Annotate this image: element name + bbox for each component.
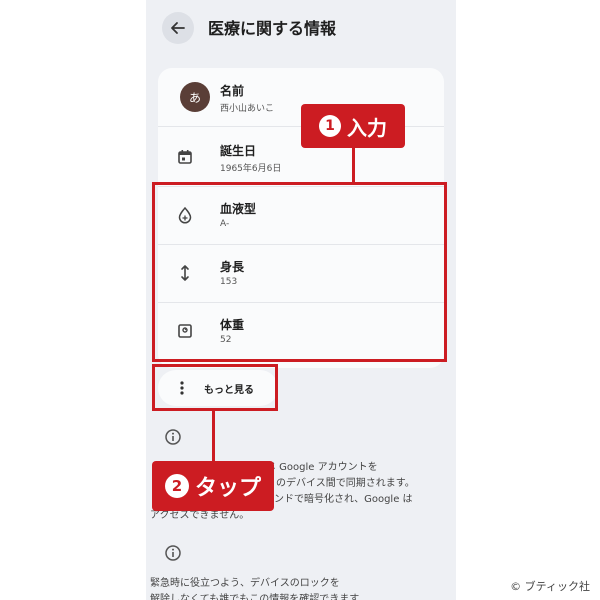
info-text-line: 解除しなくても誰でもこの情報を確認できます	[150, 594, 360, 600]
callout-number: 2	[164, 474, 189, 498]
row-name-value: 西小山あいこ	[220, 104, 275, 114]
avatar: あ	[180, 82, 210, 112]
back-button[interactable]	[162, 12, 194, 44]
row-name-label: 名前	[220, 84, 245, 98]
page-title: 医療に関する情報	[208, 19, 337, 38]
info-text-line: じ Google アカウントを	[266, 462, 378, 473]
callout-text: 入力	[347, 115, 387, 140]
callout-text: タップ	[194, 476, 261, 501]
highlight-box-input	[152, 182, 447, 362]
copyright-credit: © ブティック社	[510, 580, 590, 593]
row-birthday-label: 誕生日	[220, 144, 257, 158]
callout-connector	[352, 148, 355, 182]
info-icon	[165, 429, 181, 445]
callout-tap: 2 タップ	[152, 461, 274, 511]
arrow-left-icon	[171, 22, 185, 34]
info-icon	[165, 545, 181, 561]
row-birthday-value: 1965年6月6日	[220, 164, 282, 174]
calendar-icon	[178, 150, 192, 164]
app-bar: 医療に関する情報	[146, 0, 456, 56]
info-text-line: ンドで暗号化され、Google は	[274, 494, 413, 505]
highlight-box-tap	[152, 364, 278, 411]
callout-connector	[212, 411, 215, 461]
info-text-line: のデバイス間で同期されます。	[276, 478, 415, 489]
callout-input: 1 入力	[301, 104, 405, 148]
callout-number: 1	[319, 115, 341, 137]
info-text-line: 緊急時に役立つよう、デバイスのロックを	[150, 578, 340, 589]
